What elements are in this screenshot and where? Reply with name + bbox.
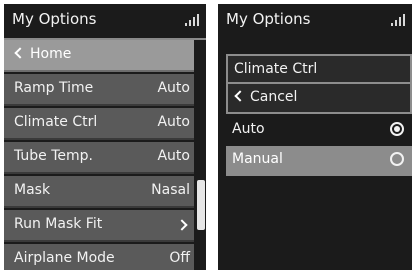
scrollbar-thumb[interactable] (197, 180, 205, 230)
chevron-left-icon (234, 90, 246, 102)
menu-item-value: Nasal (151, 182, 190, 198)
signal-bars-icon (391, 14, 405, 26)
chevron-right-icon (176, 219, 188, 231)
menu-item-label: Mask (14, 182, 51, 198)
menu-item-value: Auto (157, 148, 190, 164)
radio-checked-icon[interactable] (390, 122, 404, 136)
option-label: Auto (232, 121, 265, 137)
menu-item-run-mask-fit[interactable]: Run Mask Fit (4, 210, 194, 242)
menu-item-tube-temp[interactable]: Tube Temp. Auto (4, 142, 194, 174)
title-bar: My Options (218, 4, 412, 38)
option-auto[interactable]: Auto (226, 116, 412, 146)
menu-item-label: Run Mask Fit (14, 216, 103, 232)
title-bar: My Options (4, 4, 206, 40)
menu-item-airplane-mode[interactable]: Airplane Mode Off (4, 244, 194, 270)
menu-item-mask[interactable]: Mask Nasal (4, 176, 194, 208)
menu-item-value: Auto (157, 114, 190, 130)
options-menu-screen: My Options Home Ramp Time Auto Climate C… (4, 4, 206, 270)
section-label: Climate Ctrl (234, 61, 318, 77)
menu-item-ramp-time[interactable]: Ramp Time Auto (4, 74, 194, 106)
cancel-button[interactable]: Cancel (226, 84, 412, 114)
chevron-left-icon (14, 47, 26, 59)
home-label: Home (30, 46, 72, 62)
menu-item-value: Auto (157, 80, 190, 96)
cancel-label: Cancel (250, 89, 298, 105)
section-header-climate-ctrl: Climate Ctrl (226, 54, 412, 84)
menu-item-label: Ramp Time (14, 80, 94, 96)
option-manual[interactable]: Manual (226, 146, 412, 176)
climate-ctrl-screen: My Options Climate Ctrl Cancel Auto Manu… (218, 4, 412, 270)
menu-item-label: Tube Temp. (14, 148, 94, 164)
menu-item-value: Off (169, 250, 190, 266)
home-back-button[interactable]: Home (4, 40, 194, 72)
option-label: Manual (232, 151, 283, 167)
scrollbar-track[interactable] (196, 42, 206, 270)
menu-item-label: Climate Ctrl (14, 114, 98, 130)
menu-item-climate-ctrl[interactable]: Climate Ctrl Auto (4, 108, 194, 140)
signal-bars-icon (185, 14, 199, 26)
menu-item-label: Airplane Mode (14, 250, 115, 266)
screen-title: My Options (12, 10, 97, 28)
radio-unchecked-icon[interactable] (390, 152, 404, 166)
screen-title: My Options (226, 10, 311, 28)
